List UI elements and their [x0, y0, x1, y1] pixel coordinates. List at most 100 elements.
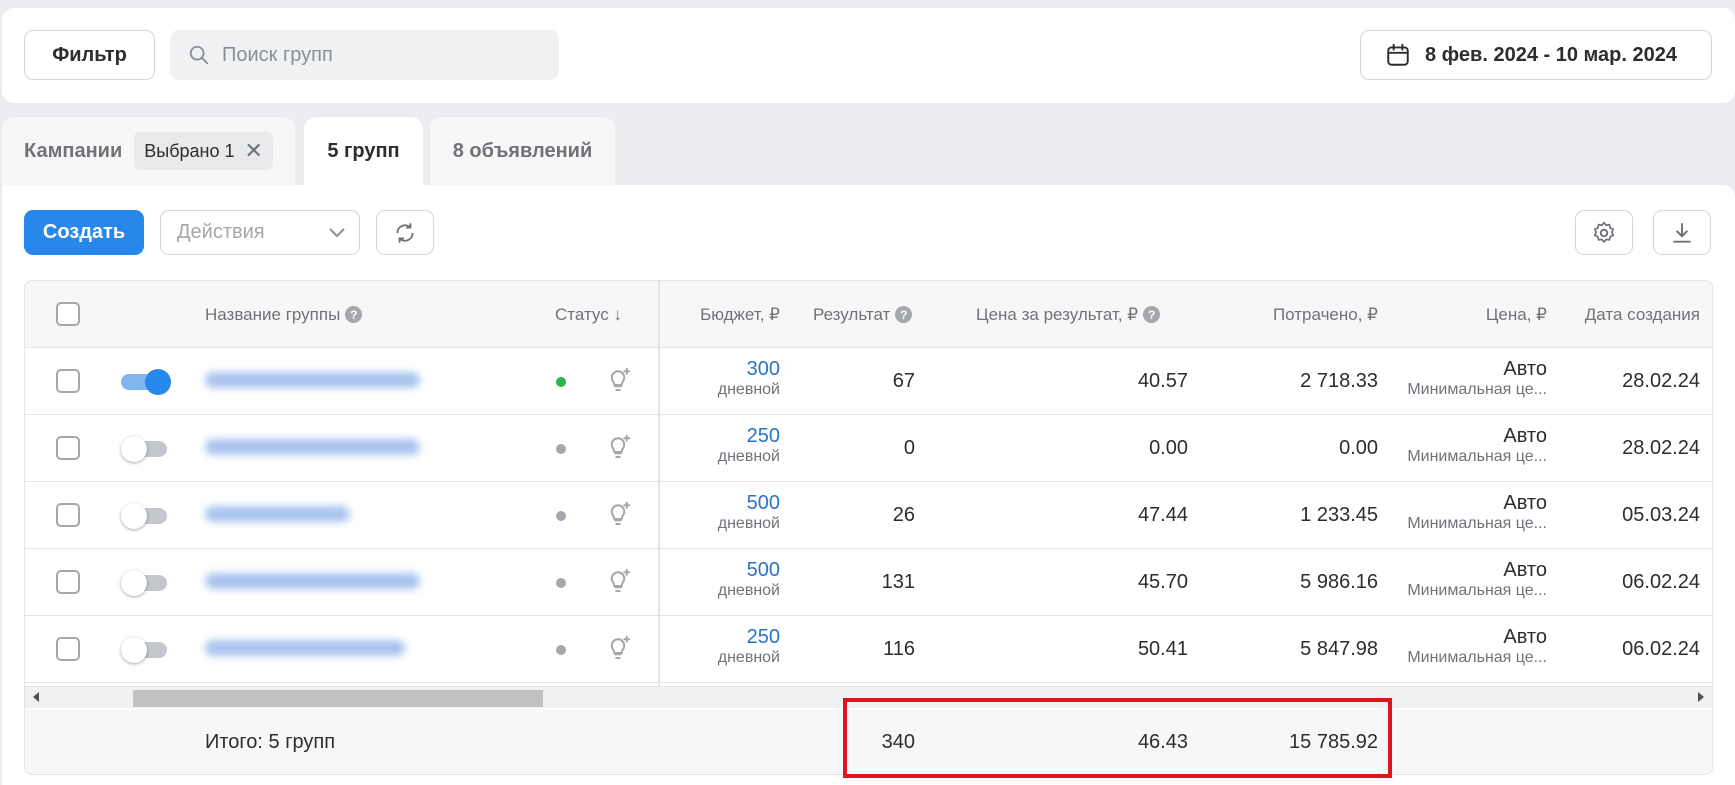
- calendar-icon: [1387, 43, 1409, 66]
- budget-cell[interactable]: 500 дневной: [665, 559, 780, 601]
- create-button[interactable]: Создать: [24, 210, 144, 255]
- header-created[interactable]: Дата создания: [1565, 281, 1712, 348]
- header-name[interactable]: Название группы?: [205, 281, 363, 348]
- table-row[interactable]: 500 дневной 26 47.44 1 233.45 Авто Минимальная…: [25, 482, 1712, 549]
- budget-value[interactable]: 300: [665, 358, 780, 380]
- created-date-cell: 06.02.24: [1622, 570, 1700, 593]
- search-placeholder: Поиск групп: [222, 43, 333, 66]
- spent-cell: 2 718.33: [1300, 369, 1378, 392]
- date-range-picker[interactable]: 8 фев. 2024 - 10 мар. 2024: [1360, 30, 1712, 80]
- group-name-link[interactable]: [205, 506, 350, 522]
- tab-campaigns[interactable]: Кампании Выбрано 1 ✕: [2, 117, 295, 185]
- group-name-link[interactable]: [205, 573, 420, 589]
- scroll-right-icon[interactable]: [1698, 692, 1704, 702]
- table-row[interactable]: 300 дневной 67 40.57 2 718.33 Авто Минимальная…: [25, 348, 1712, 415]
- lightbulb-icon[interactable]: [603, 566, 633, 596]
- group-name-link[interactable]: [205, 439, 420, 455]
- status-dot: [556, 578, 566, 588]
- row-checkbox[interactable]: [56, 503, 80, 527]
- header-price[interactable]: Цена, ₽: [1385, 281, 1547, 348]
- created-date-cell: 05.03.24: [1622, 503, 1700, 526]
- row-checkbox[interactable]: [56, 369, 80, 393]
- filter-button[interactable]: Фильтр: [24, 30, 155, 80]
- status-dot: [556, 444, 566, 454]
- status-dot: [556, 377, 566, 387]
- budget-cell[interactable]: 500 дневной: [665, 492, 780, 534]
- help-icon[interactable]: ?: [895, 306, 913, 323]
- header-cost-per-result-label: Цена за результат, ₽: [976, 304, 1139, 324]
- tab-ads[interactable]: 8 объявлений: [430, 117, 615, 185]
- price-cell: Авто Минимальная це...: [1385, 358, 1547, 400]
- refresh-button[interactable]: [376, 210, 434, 255]
- budget-cell[interactable]: 300 дневной: [665, 358, 780, 400]
- row-toggle[interactable]: [121, 637, 169, 663]
- header-spent-label: Потрачено, ₽: [1272, 304, 1378, 324]
- price-strategy: Минимальная це...: [1407, 515, 1547, 532]
- row-toggle[interactable]: [121, 503, 169, 529]
- totals-highlight-box: [843, 698, 1392, 778]
- row-checkbox[interactable]: [56, 637, 80, 661]
- lightbulb-icon[interactable]: [603, 633, 633, 663]
- table-header: Название группы? Статус ↓ Бюджет, ₽ Резу…: [25, 281, 1712, 348]
- created-date-cell: 28.02.24: [1622, 369, 1700, 392]
- row-toggle[interactable]: [121, 436, 169, 462]
- help-icon[interactable]: ?: [1143, 306, 1161, 323]
- lightbulb-icon[interactable]: [603, 499, 633, 529]
- scrollbar-thumb[interactable]: [133, 690, 543, 707]
- row-toggle[interactable]: [121, 570, 169, 596]
- actions-dropdown[interactable]: Действия: [160, 210, 360, 255]
- price-cell: Авто Минимальная це...: [1385, 492, 1547, 534]
- row-checkbox[interactable]: [56, 570, 80, 594]
- tab-groups[interactable]: 5 групп: [304, 117, 423, 185]
- budget-value[interactable]: 500: [665, 492, 780, 514]
- result-cell: 131: [881, 570, 915, 593]
- header-budget-label: Бюджет, ₽: [700, 304, 780, 324]
- header-status[interactable]: Статус ↓: [555, 281, 622, 348]
- table-row[interactable]: 500 дневной 131 45.70 5 986.16 Авто Минимальна…: [25, 549, 1712, 616]
- budget-cell[interactable]: 250 дневной: [665, 425, 780, 467]
- lightbulb-icon[interactable]: [603, 365, 633, 395]
- group-name-link[interactable]: [205, 372, 420, 388]
- created-date-cell: 28.02.24: [1622, 436, 1700, 459]
- tab-groups-label: 5 групп: [327, 139, 400, 162]
- result-cell: 0: [903, 436, 915, 459]
- close-icon[interactable]: ✕: [245, 138, 263, 164]
- search-input[interactable]: Поиск групп: [170, 30, 559, 80]
- row-toggle[interactable]: [121, 369, 171, 395]
- header-budget[interactable]: Бюджет, ₽: [665, 281, 780, 348]
- result-cell: 67: [892, 369, 915, 392]
- download-button[interactable]: [1653, 210, 1711, 255]
- result-cell: 116: [883, 637, 915, 660]
- date-range-label: 8 фев. 2024 - 10 мар. 2024: [1425, 43, 1677, 66]
- row-checkbox[interactable]: [56, 436, 80, 460]
- header-result[interactable]: Результат?: [813, 281, 913, 348]
- header-result-label: Результат: [813, 304, 891, 324]
- budget-value[interactable]: 250: [665, 425, 780, 447]
- budget-cell[interactable]: 250 дневной: [665, 626, 780, 668]
- groups-panel: Создать Действия Название группы? Статус…: [2, 185, 1735, 785]
- table-row[interactable]: 250 дневной 116 50.41 5 847.98 Авто Минимальна…: [25, 616, 1712, 683]
- select-all-checkbox[interactable]: [56, 302, 80, 326]
- price-strategy: Минимальная це...: [1407, 649, 1547, 666]
- price-cell: Авто Минимальная це...: [1385, 626, 1547, 668]
- toggle-knob: [121, 503, 147, 529]
- budget-value[interactable]: 500: [665, 559, 780, 581]
- group-name-link[interactable]: [205, 640, 405, 656]
- table-row[interactable]: 250 дневной 0 0.00 0.00 Авто Минимальная це...…: [25, 415, 1712, 482]
- toggle-knob: [145, 369, 171, 395]
- cost-per-result-cell: 50.41: [1137, 637, 1188, 660]
- header-price-label: Цена, ₽: [1485, 304, 1547, 324]
- column-divider: [658, 281, 660, 686]
- lightbulb-icon[interactable]: [603, 432, 633, 462]
- help-icon[interactable]: ?: [345, 306, 363, 323]
- cost-per-result-cell: 47.44: [1137, 503, 1188, 526]
- header-spent[interactable]: Потрачено, ₽: [1175, 281, 1378, 348]
- settings-button[interactable]: [1575, 210, 1633, 255]
- totals-label: Итого: 5 групп: [205, 731, 336, 753]
- toggle-knob: [121, 570, 147, 596]
- scroll-left-icon[interactable]: [33, 692, 39, 702]
- header-cost-per-result[interactable]: Цена за результат, ₽?: [976, 281, 1161, 348]
- created-date-cell: 06.02.24: [1622, 637, 1700, 660]
- header-name-label: Название группы: [205, 304, 341, 324]
- budget-value[interactable]: 250: [665, 626, 780, 648]
